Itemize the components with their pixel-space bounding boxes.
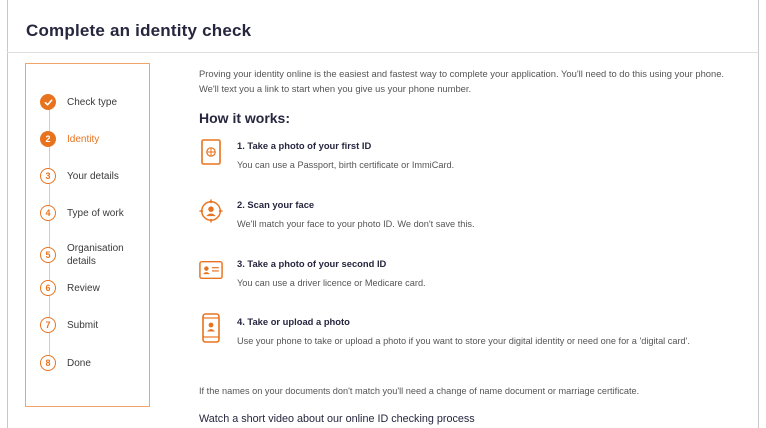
step-label: Identity	[67, 133, 100, 145]
intro-text: Proving your identity online is the easi…	[199, 68, 725, 94]
intro-block: Proving your identity online is the easi…	[199, 66, 739, 96]
step-check-type[interactable]: Check type	[40, 94, 117, 110]
step-number: 2	[40, 131, 56, 147]
how-step-title: 1. Take a photo of your first ID	[237, 140, 372, 151]
phone-icon	[199, 313, 223, 343]
how-step-title: 2. Scan your face	[237, 199, 315, 210]
step-organisation-details[interactable]: 5 Organisation details	[40, 242, 142, 268]
step-number: 8	[40, 355, 56, 371]
how-step-desc: Use your phone to take or upload a photo…	[237, 336, 690, 346]
step-submit[interactable]: 7 Submit	[40, 317, 98, 333]
check-icon	[40, 94, 56, 110]
header-divider	[7, 52, 759, 53]
step-label: Check type	[67, 96, 118, 108]
step-label: Review	[67, 282, 100, 294]
step-type-of-work[interactable]: 4 Type of work	[40, 205, 124, 221]
how-step-2: 2. Scan your face We'll match your face …	[199, 199, 727, 231]
step-your-details[interactable]: 3 Your details	[40, 168, 119, 184]
step-number: 6	[40, 280, 56, 296]
how-step-desc: You can use a driver licence or Medicare…	[237, 278, 426, 288]
step-label: Submit	[67, 319, 99, 331]
how-step-desc: You can use a Passport, birth certificat…	[237, 160, 455, 170]
page-title: Complete an identity check	[26, 21, 252, 40]
name-mismatch-note: If the names on your documents don't mat…	[199, 386, 640, 396]
passport-icon	[199, 139, 223, 165]
how-step-4: 4. Take or upload a photo Use your phone…	[199, 313, 727, 348]
how-step-1: 1. Take a photo of your first ID You can…	[199, 139, 727, 172]
step-label: Done	[67, 357, 91, 369]
step-label: Organisation details	[67, 243, 124, 267]
how-it-works-heading: How it works:	[199, 110, 291, 126]
step-number: 3	[40, 168, 56, 184]
how-step-title: 3. Take a photo of your second ID	[237, 258, 387, 269]
step-review[interactable]: 6 Review	[40, 280, 100, 296]
id-card-icon	[199, 258, 223, 282]
how-step-desc: We'll match your face to your photo ID. …	[237, 219, 475, 229]
face-scan-icon	[199, 199, 223, 223]
progress-stepper: Check type 2 Identity 3 Your details 4 T…	[25, 63, 150, 407]
how-step-title: 4. Take or upload a photo	[237, 316, 350, 327]
step-done[interactable]: 8 Done	[40, 355, 91, 371]
how-step-3: 3. Take a photo of your second ID You ca…	[199, 258, 727, 290]
step-label: Type of work	[67, 207, 124, 219]
step-label: Your details	[67, 170, 119, 182]
video-link[interactable]: Watch a short video about our online ID …	[199, 413, 475, 425]
step-number: 5	[40, 247, 56, 263]
step-number: 7	[40, 317, 56, 333]
step-number: 4	[40, 205, 56, 221]
step-identity[interactable]: 2 Identity	[40, 131, 99, 147]
